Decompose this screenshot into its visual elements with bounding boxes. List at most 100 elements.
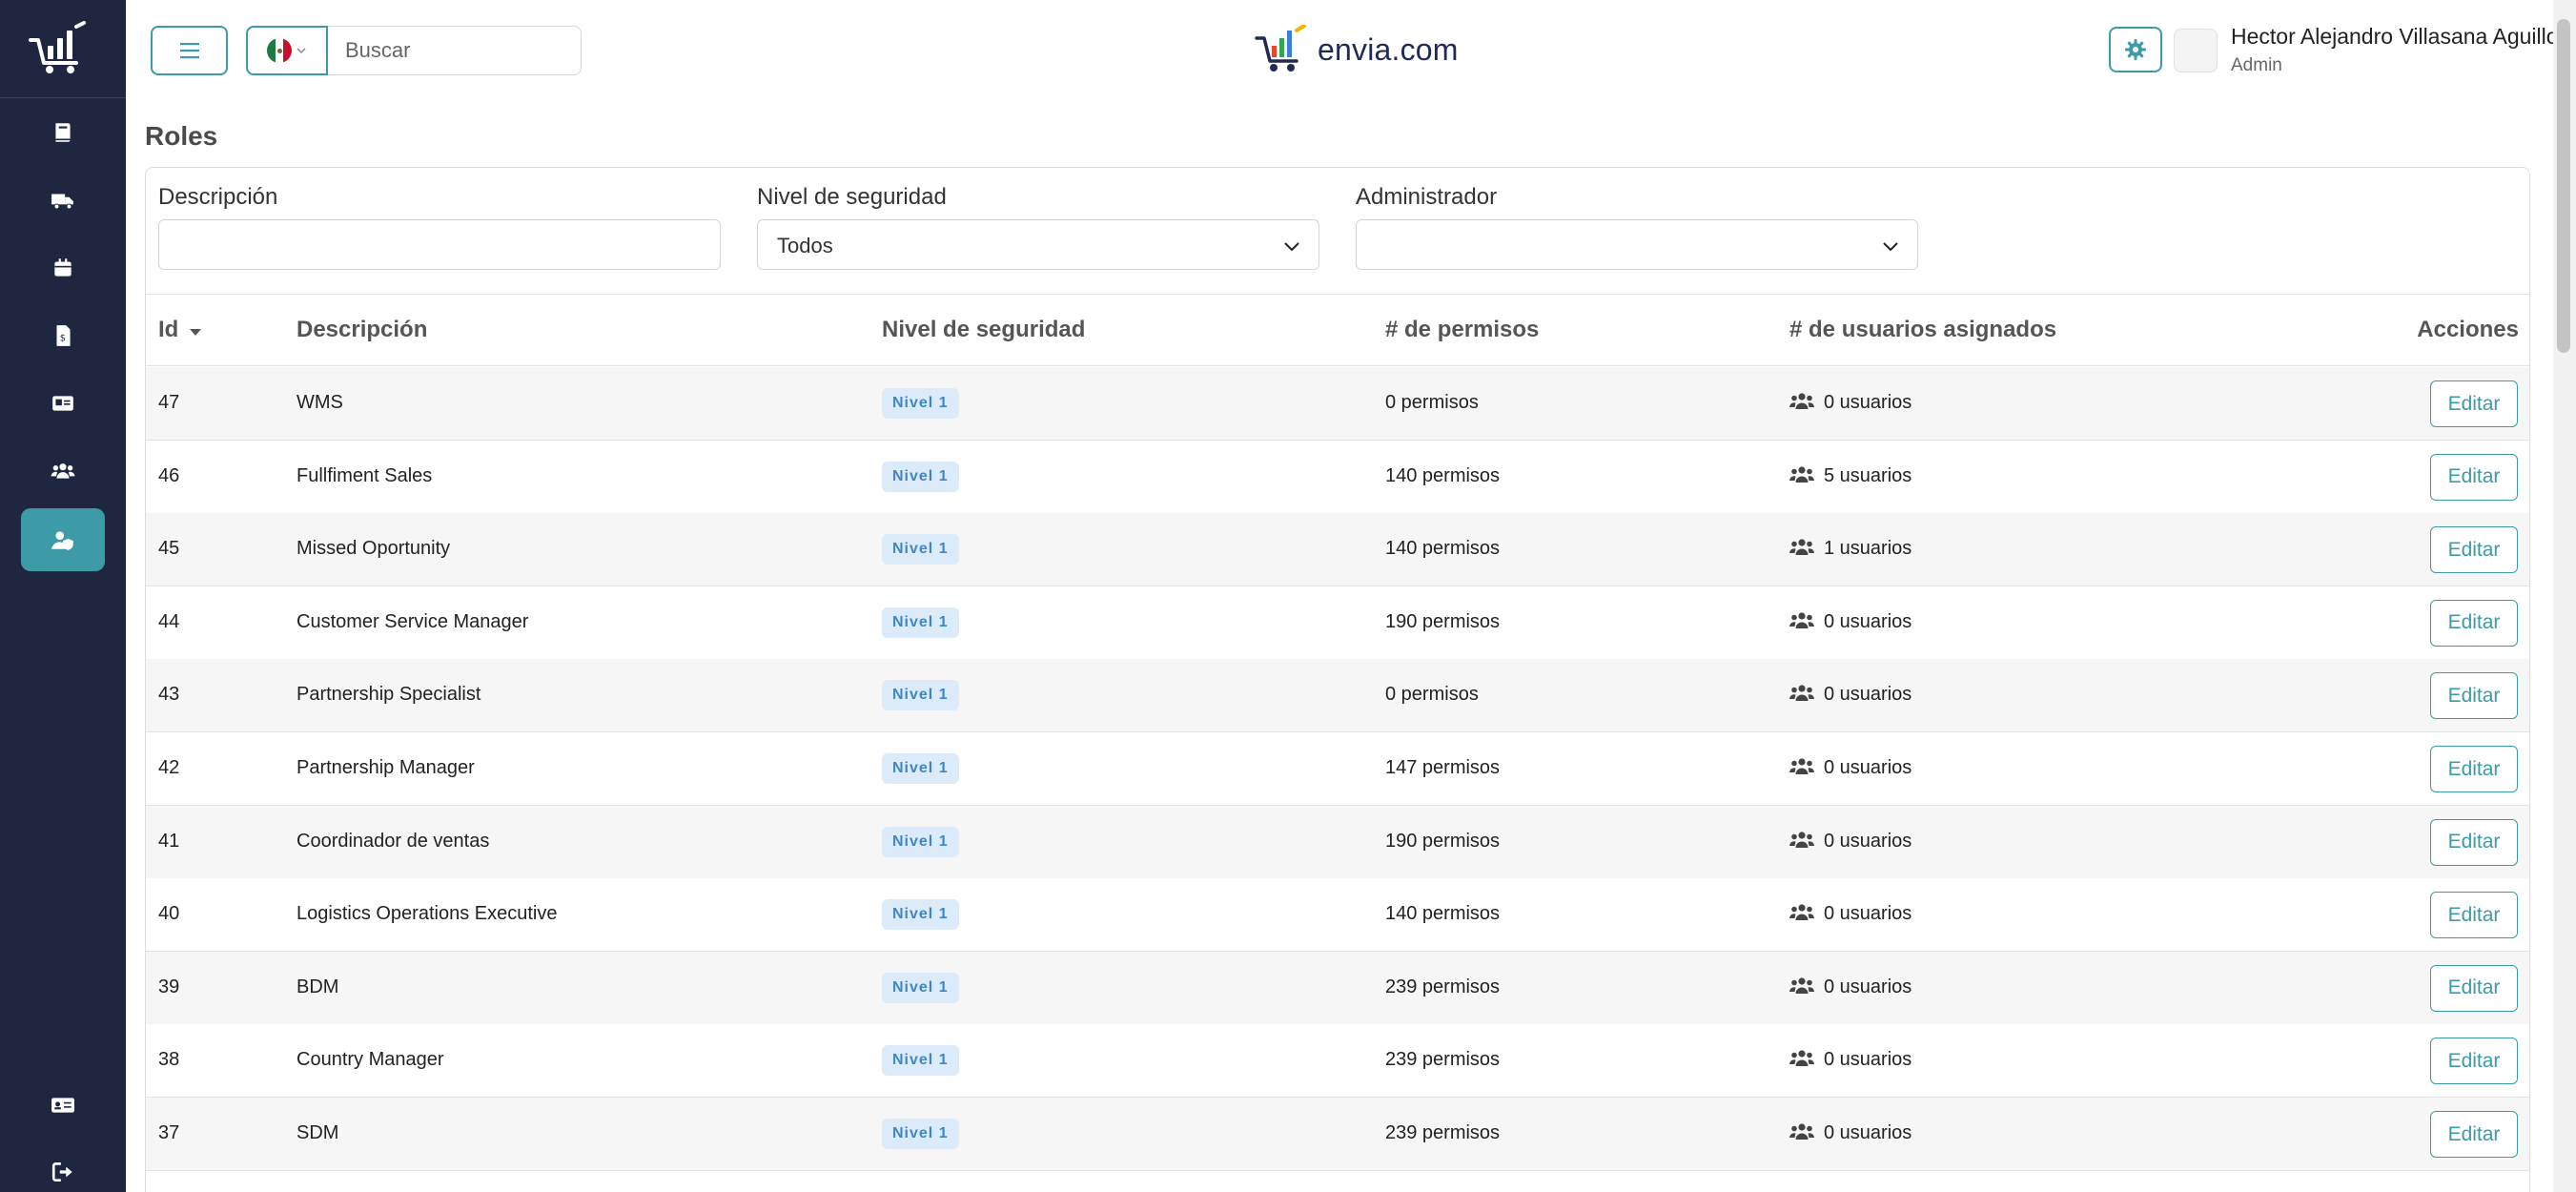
table-row: 43 Partnership Specialist Nivel 1 0 permiso… [146,659,2529,733]
user-role: Admin [2231,55,2282,75]
book-icon [55,123,71,142]
user-name[interactable]: Hector Alejandro Villasana Aguillon [2231,24,2570,50]
description-filter-input[interactable] [158,219,721,270]
row-users: 0 usuarios [1824,757,1912,778]
users-icon [1789,465,1814,483]
edit-button[interactable]: Editar [2430,672,2518,720]
security-level-badge: Nivel 1 [882,680,959,711]
row-users: 0 usuarios [1824,610,1912,632]
security-level-badge: Nivel 1 [882,753,959,784]
id-badge-icon [51,1098,74,1113]
sidebar-item-logout[interactable] [21,1141,105,1192]
sort-down-icon [190,329,201,336]
users-icon [1789,1050,1814,1067]
sign-out-icon [51,1161,72,1182]
row-id: 42 [158,757,180,778]
users-icon [1789,1123,1814,1140]
security-level-badge: Nivel 1 [882,461,959,492]
row-id: 45 [158,538,180,560]
country-selector[interactable] [246,26,328,75]
settings-button[interactable] [2109,27,2162,72]
invoice-icon: $ [56,325,71,346]
sidebar-item-invoices[interactable]: $ [21,304,105,367]
edit-button[interactable]: Editar [2430,599,2518,647]
table-row: 46 Fullfiment Sales Nivel 1 140 permisos 5 u… [146,440,2529,514]
row-id: 38 [158,1049,180,1071]
sidebar-item-book[interactable] [21,101,105,164]
column-header-permissions[interactable]: # de permisos [1385,317,1539,343]
page-title: Roles [145,121,218,151]
security-filter-value: Todos [777,234,833,257]
edit-button[interactable]: Editar [2430,746,2518,792]
sidebar-item-account[interactable] [21,1074,105,1137]
row-description: Missed Oportunity [296,538,451,560]
edit-button[interactable]: Editar [2430,892,2518,939]
avatar[interactable] [2174,29,2218,72]
security-level-badge: Nivel 1 [882,972,959,1003]
row-permissions: 239 permisos [1385,1122,1501,1143]
edit-button[interactable]: Editar [2430,453,2518,501]
users-icon [51,463,75,479]
row-id: 40 [158,903,180,925]
users-icon [1789,393,1814,409]
row-users: 5 usuarios [1824,464,1912,486]
row-id: 39 [158,976,180,997]
edit-button[interactable]: Editar [2430,380,2518,427]
security-level-badge: Nivel 1 [882,388,959,419]
edit-button[interactable]: Editar [2430,526,2518,574]
row-id: 43 [158,684,180,706]
row-permissions: 190 permisos [1385,610,1501,632]
security-filter-select[interactable]: Todos [757,219,1319,270]
envia-logo-icon[interactable] [29,21,92,74]
users-icon [1789,685,1814,702]
row-description: WMS [296,392,343,413]
row-permissions: 0 permisos [1385,392,1479,413]
description-filter-label: Descripción [158,184,278,210]
envia-cart-icon [1255,25,1306,72]
box-icon [54,258,72,277]
column-header-id[interactable]: Id [158,317,202,343]
sidebar-item-roles[interactable] [21,508,105,571]
column-header-security[interactable]: Nivel de seguridad [882,317,1085,343]
roles-card: Descripción Nivel de seguridad Todos Adm… [145,167,2530,1192]
brand-name: envia.com [1318,31,1459,67]
row-description: BDM [296,976,339,997]
row-description: Partnership Manager [296,757,475,778]
sidebar-item-users[interactable] [21,440,105,503]
row-users: 0 usuarios [1824,392,1912,413]
row-users: 0 usuarios [1824,1049,1912,1071]
admin-filter-label: Administrador [1356,184,1498,210]
column-header-users[interactable]: # de usuarios asignados [1789,317,2056,343]
row-description: Fullfiment Sales [296,464,433,486]
security-level-badge: Nivel 1 [882,826,959,857]
truck-icon [51,194,73,210]
hamburger-icon [179,43,199,59]
mexico-flag-icon [267,38,292,63]
row-users: 0 usuarios [1824,684,1912,706]
table-row: 38 Country Manager Nivel 1 239 permisos 0 us… [146,1024,2529,1099]
row-users: 0 usuarios [1824,830,1912,852]
edit-button[interactable]: Editar [2430,1038,2518,1085]
gear-icon [2125,39,2146,60]
edit-button[interactable]: Editar [2430,1111,2518,1158]
edit-button[interactable]: Editar [2430,818,2518,866]
brand-logo[interactable]: envia.com [1255,23,1459,76]
sidebar-item-packages[interactable] [21,236,105,299]
id-card-icon [52,396,73,411]
users-icon [1789,977,1814,994]
row-users: 0 usuarios [1824,1122,1912,1143]
row-permissions: 140 permisos [1385,538,1501,560]
admin-filter-select[interactable] [1356,219,1918,270]
menu-toggle-button[interactable] [151,26,228,75]
chevron-down-icon [296,48,306,54]
table-row: 45 Missed Oportunity Nivel 1 140 permisos 1 … [146,513,2529,587]
sidebar-item-cards[interactable] [21,372,105,435]
search-input[interactable] [328,26,582,75]
page-scrollbar-thumb[interactable] [2557,19,2570,353]
column-header-description[interactable]: Descripción [296,317,427,343]
row-description: Customer Service Manager [296,610,529,632]
row-description: Coordinador de ventas [296,830,490,852]
edit-button[interactable]: Editar [2430,964,2518,1012]
sidebar-item-shipments[interactable] [21,169,105,232]
row-permissions: 140 permisos [1385,464,1501,486]
